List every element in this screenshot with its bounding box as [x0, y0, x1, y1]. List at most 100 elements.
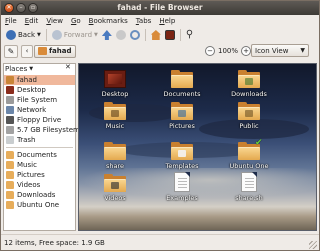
folder-icon — [104, 142, 126, 160]
folder-public-icon — [238, 102, 260, 120]
zoom-out-button[interactable]: − — [205, 46, 215, 56]
sidebar-item-music[interactable]: Music — [4, 160, 75, 170]
breadcrumb-home[interactable]: fahad — [34, 44, 76, 58]
back-icon — [6, 30, 16, 40]
sidebar-item-documents[interactable]: Documents — [4, 150, 75, 160]
sidebar-item-videos[interactable]: Videos — [4, 180, 75, 190]
sidebar-item-ubuntu-one[interactable]: Ubuntu One — [4, 200, 75, 210]
file-label: share.sh — [235, 194, 263, 202]
home-button[interactable] — [149, 28, 163, 42]
menu-edit[interactable]: Edit — [25, 17, 39, 25]
network-icon — [6, 106, 14, 114]
reload-button[interactable] — [128, 28, 142, 42]
sidebar-item-downloads[interactable]: Downloads — [4, 190, 75, 200]
desktop-icon — [6, 86, 14, 94]
menu-bar: File Edit View Go Bookmarks Tabs Help — [1, 15, 319, 27]
computer-button[interactable] — [163, 28, 177, 42]
sidebar-item-desktop[interactable]: Desktop — [4, 85, 75, 95]
view-mode-value: Icon View — [255, 46, 289, 55]
file-item-public[interactable]: Public — [221, 102, 277, 130]
document-icon — [174, 172, 190, 192]
sidebar-item-label: 5.7 GB Filesystem — [17, 126, 80, 134]
sidebar-item-fahad[interactable]: fahad — [4, 75, 75, 85]
file-item-desktop[interactable]: Desktop — [87, 70, 143, 98]
sidebar-item-trash[interactable]: Trash — [4, 135, 75, 145]
menu-tabs[interactable]: Tabs — [136, 17, 152, 25]
menu-view[interactable]: View — [46, 17, 63, 25]
folder-download-icon — [238, 70, 260, 88]
menu-bookmarks[interactable]: Bookmarks — [89, 17, 128, 25]
view-mode-select[interactable]: Icon View ▼ — [251, 44, 309, 57]
sidebar-item-label: fahad — [17, 76, 37, 84]
menu-file[interactable]: File — [5, 17, 17, 25]
sidebar-item-label: Ubuntu One — [17, 201, 60, 209]
chevron-down-icon: ▼ — [29, 65, 34, 72]
search-button[interactable]: ⚲ — [184, 28, 195, 42]
sidebar-item-label: Floppy Drive — [17, 116, 62, 124]
sidebar-item-file-system[interactable]: File System — [4, 95, 75, 105]
file-label: Desktop — [101, 90, 129, 98]
toggle-location-button[interactable]: ✎ — [4, 44, 18, 58]
file-label: Videos — [104, 194, 126, 202]
title-bar[interactable]: ✕ – ▫ fahad - File Browser — [1, 1, 319, 15]
sidebar-item-label: Trash — [17, 136, 36, 144]
sidebar-header-label: Places — [5, 64, 28, 73]
folder-videos-icon — [104, 174, 126, 192]
home-icon — [6, 76, 14, 84]
file-item-examples[interactable]: Examples — [154, 172, 210, 202]
back-button[interactable]: Back ▼ — [4, 28, 43, 42]
zoom-out-icon: − — [207, 46, 213, 55]
file-label: Examples — [166, 194, 198, 202]
file-item-music[interactable]: Music — [87, 102, 143, 130]
sidebar-item-label: Pictures — [17, 171, 45, 179]
desktop-icon — [104, 70, 126, 88]
sidebar-divider — [6, 147, 73, 148]
resize-grip[interactable] — [309, 241, 317, 249]
file-item-pictures[interactable]: Pictures — [154, 102, 210, 130]
sidebar-item-network[interactable]: Network — [4, 105, 75, 115]
sidebar-item-label: Network — [17, 106, 47, 114]
file-item-share-sh[interactable]: share.sh — [221, 172, 277, 202]
status-text: 12 items, Free space: 1.9 GB — [4, 238, 105, 247]
sidebar-item-floppy-drive[interactable]: Floppy Drive — [4, 115, 75, 125]
places-list: fahad Desktop File System Network Floppy… — [4, 75, 80, 210]
file-label: Ubuntu One — [229, 162, 269, 170]
home-icon — [38, 47, 47, 55]
folder-icon — [6, 201, 14, 209]
file-label: share — [105, 162, 125, 170]
file-item-documents[interactable]: Documents — [154, 70, 210, 98]
forward-label: Forward — [63, 31, 93, 39]
sidebar-item-label: Desktop — [17, 86, 46, 94]
disk-icon — [6, 126, 14, 134]
file-item-share[interactable]: share — [87, 142, 143, 170]
file-item-templates[interactable]: Templates — [154, 142, 210, 170]
up-icon — [101, 30, 112, 40]
file-browser-window: ✕ – ▫ fahad - File Browser File Edit Vie… — [0, 0, 320, 251]
icon-view[interactable]: Desktop Documents Downloads Music Pictur… — [78, 63, 317, 231]
toolbar-separator — [179, 29, 181, 41]
sidebar-item-pictures[interactable]: Pictures — [4, 170, 75, 180]
file-item-downloads[interactable]: Downloads — [221, 70, 277, 98]
folder-icon — [6, 161, 14, 169]
chevron-down-icon: ▼ — [94, 32, 98, 38]
sidebar-item-label: Downloads — [17, 191, 56, 199]
toolbar-separator — [144, 29, 146, 41]
file-item-ubuntu-one[interactable]: ✔ Ubuntu One — [221, 138, 277, 170]
stop-button[interactable] — [114, 28, 128, 42]
menu-go[interactable]: Go — [71, 17, 81, 25]
crumb-scroll-left-button[interactable]: ‹ — [21, 44, 33, 58]
file-label: Public — [239, 122, 259, 130]
up-button[interactable] — [100, 28, 114, 42]
file-item-videos[interactable]: Videos — [87, 174, 143, 202]
sidebar-item-label: Documents — [17, 151, 57, 159]
zoom-in-button[interactable]: + — [241, 46, 252, 56]
sidebar-item-label: Videos — [17, 181, 41, 189]
forward-button[interactable]: Forward ▼ — [50, 28, 100, 42]
file-label: Downloads — [231, 90, 267, 98]
zoom-in-icon: + — [243, 46, 249, 55]
menu-help[interactable]: Help — [159, 17, 175, 25]
home-icon — [150, 30, 161, 40]
filesystem-icon — [6, 96, 14, 104]
close-sidebar-button[interactable]: ✕ — [65, 63, 71, 71]
sidebar-item-filesystem-volume[interactable]: 5.7 GB Filesystem — [4, 125, 80, 135]
